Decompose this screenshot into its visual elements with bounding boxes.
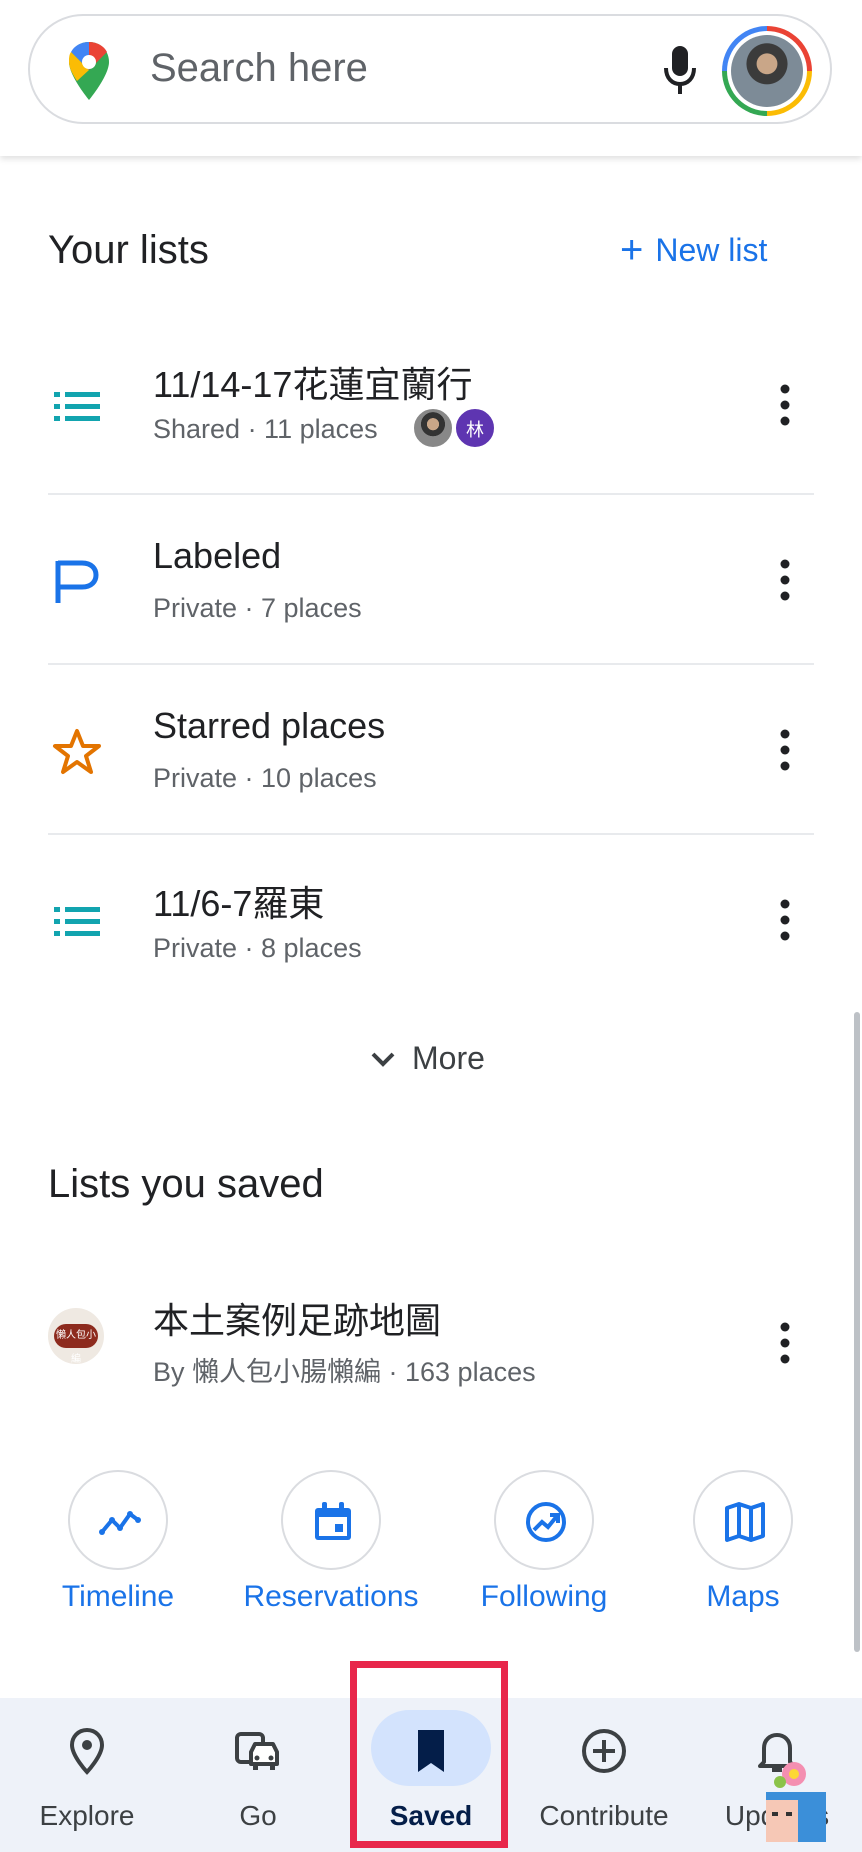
account-avatar[interactable] (722, 26, 812, 116)
list-subtitle: Private · 8 places (153, 933, 362, 963)
list-subtitle: Private · 7 places (153, 593, 362, 623)
trending-icon (526, 1502, 566, 1542)
more-label: More (412, 1040, 485, 1076)
timeline-icon (99, 1511, 141, 1535)
sharer-avatar: 林 (454, 407, 496, 449)
list-item[interactable]: Labeled Private · 7 places (0, 495, 862, 665)
more-vert-icon[interactable] (770, 720, 800, 780)
chevron-down-icon (371, 1052, 395, 1067)
timeline-shortcut[interactable]: Timeline (28, 1470, 208, 1613)
shared-with-avatars: 林 (412, 407, 496, 449)
maps-shortcut[interactable]: Maps (653, 1470, 833, 1613)
new-list-label: New list (655, 231, 768, 268)
google-maps-logo-icon (69, 42, 109, 100)
list-title: 本土案例足跡地圖 (153, 1300, 442, 1341)
list-item[interactable]: 11/6-7羅東 Private · 8 places (0, 835, 862, 1005)
list-title: Labeled (153, 535, 282, 576)
car-icon (235, 1732, 279, 1770)
saved-list-item[interactable]: 本土案例足跡地圖 By 懶人包小腸懶編 · 163 places (0, 1270, 862, 1440)
list-subtitle: By 懶人包小腸懶編 · 163 places (153, 1357, 536, 1387)
nav-label: Contribute (539, 1800, 669, 1831)
nav-contribute[interactable]: Contribute (519, 1698, 689, 1852)
list-owner-logo: 懶人包小編 (48, 1308, 104, 1365)
new-list-button[interactable]: + New list (620, 230, 767, 270)
top-bar: Search here (0, 0, 862, 156)
nav-label: Go (239, 1800, 277, 1831)
add-circle-icon (582, 1729, 626, 1773)
microphone-icon[interactable] (660, 42, 700, 100)
list-subtitle: Private · 10 places (153, 763, 377, 793)
more-vert-icon[interactable] (770, 550, 800, 610)
more-vert-icon[interactable] (770, 890, 800, 950)
maps-label: Maps (706, 1580, 780, 1613)
calendar-icon (315, 1502, 351, 1540)
following-label: Following (480, 1580, 608, 1613)
highlight-box (350, 1661, 508, 1848)
sharer-avatar (412, 407, 454, 449)
location-pin-icon (69, 1727, 105, 1775)
more-vert-icon[interactable] (770, 375, 800, 435)
map-icon (725, 1502, 765, 1542)
reservations-label: Reservations (243, 1580, 419, 1613)
list-title: Starred places (153, 705, 386, 746)
list-icon (54, 907, 100, 936)
list-icon (54, 392, 100, 421)
search-input[interactable]: Search here (150, 46, 368, 91)
following-shortcut[interactable]: Following (454, 1470, 634, 1613)
list-item[interactable]: 11/14-17花蓮宜蘭行 Shared · 11 places (0, 320, 862, 490)
scrollbar[interactable] (854, 1012, 860, 1652)
sticker-icon (766, 1762, 826, 1842)
nav-explore[interactable]: Explore (2, 1698, 172, 1852)
your-lists-heading: Your lists (48, 228, 209, 272)
search-bar[interactable]: Search here (28, 14, 832, 124)
list-subtitle: Shared · 11 places (153, 414, 378, 444)
list-title: 11/14-17花蓮宜蘭行 (153, 364, 473, 405)
star-icon (53, 729, 101, 774)
plus-icon: + (620, 228, 644, 272)
label-flag-icon (55, 560, 99, 603)
timeline-label: Timeline (61, 1580, 175, 1613)
lists-you-saved-heading: Lists you saved (48, 1162, 324, 1206)
more-button[interactable]: More (370, 1040, 485, 1077)
list-title: 11/6-7羅東 (153, 883, 325, 924)
more-vert-icon[interactable] (770, 1313, 800, 1373)
nav-label: Explore (39, 1800, 135, 1831)
list-item[interactable]: Starred places Private · 10 places (0, 665, 862, 835)
logo-badge: 懶人包小編 (54, 1324, 98, 1365)
nav-go[interactable]: Go (173, 1698, 343, 1852)
reservations-shortcut[interactable]: Reservations (241, 1470, 421, 1613)
